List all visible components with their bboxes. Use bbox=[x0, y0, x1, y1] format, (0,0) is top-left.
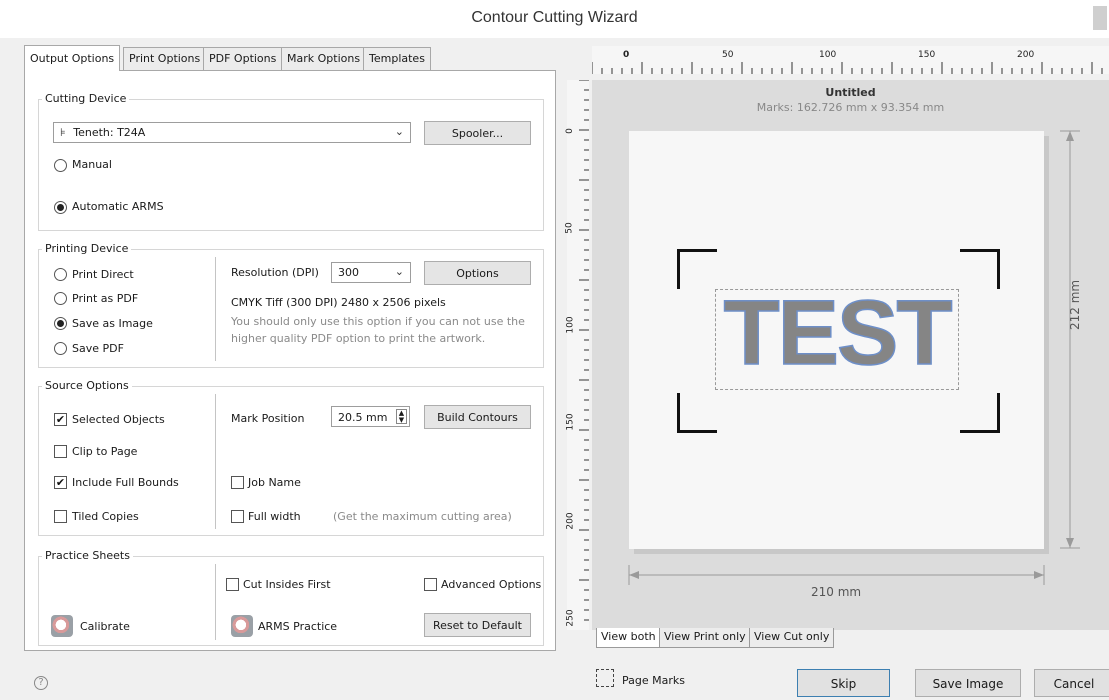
tab-templates[interactable]: Templates bbox=[363, 47, 431, 70]
resolution-label: Resolution (DPI) bbox=[231, 266, 319, 279]
print-as-pdf-label: Print as PDF bbox=[72, 292, 139, 305]
ruler-label: 150 bbox=[565, 413, 576, 431]
resolution-value: 300 bbox=[338, 266, 359, 279]
automatic-arms-label: Automatic ARMS bbox=[72, 200, 164, 213]
advanced-options-label: Advanced Options bbox=[441, 578, 542, 591]
tab-view-both[interactable]: View both bbox=[596, 628, 661, 648]
tab-view-print-only[interactable]: View Print only bbox=[659, 628, 751, 648]
height-dimension-label: 212 mm bbox=[1068, 279, 1082, 330]
manual-label: Manual bbox=[72, 158, 112, 171]
ruler-label: 100 bbox=[565, 316, 576, 334]
print-direct-radio[interactable] bbox=[54, 268, 67, 281]
save-image-button[interactable]: Save Image bbox=[915, 669, 1021, 697]
tab-view-cut-only[interactable]: View Cut only bbox=[749, 628, 835, 648]
resolution-select[interactable]: 300 ⌄ bbox=[331, 262, 411, 283]
tab-pdf-options[interactable]: PDF Options bbox=[203, 47, 283, 70]
image-option-note-line: You should only use this option if you c… bbox=[231, 315, 525, 328]
cancel-button[interactable]: Cancel bbox=[1034, 669, 1109, 697]
title-bar: Contour Cutting Wizard bbox=[0, 0, 1109, 38]
dimension-lines bbox=[628, 130, 1080, 585]
full-width-label: Full width bbox=[248, 510, 301, 523]
cut-insides-first-label: Cut Insides First bbox=[243, 578, 331, 591]
mark-position-input[interactable]: 20.5 mm ▲ ▼ bbox=[331, 406, 410, 427]
advanced-options-checkbox[interactable] bbox=[424, 578, 437, 591]
help-icon[interactable]: ? bbox=[34, 676, 48, 690]
print-as-pdf-radio[interactable] bbox=[54, 292, 67, 305]
include-full-bounds-label: Include Full Bounds bbox=[72, 476, 179, 489]
arms-practice-icon[interactable] bbox=[231, 615, 253, 637]
divider bbox=[215, 564, 216, 640]
tiled-copies-checkbox[interactable] bbox=[54, 510, 67, 523]
mark-position-value: 20.5 mm bbox=[338, 411, 388, 424]
ruler-label: 50 bbox=[722, 50, 734, 60]
clip-to-page-label: Clip to Page bbox=[72, 445, 138, 458]
tab-print-options[interactable]: Print Options bbox=[123, 47, 207, 70]
save-as-image-radio[interactable] bbox=[54, 317, 67, 330]
window-control-button[interactable] bbox=[1093, 6, 1107, 30]
ruler-label: 50 bbox=[564, 222, 575, 234]
image-option-note: You should only use this option if you c… bbox=[231, 313, 525, 347]
divider bbox=[215, 257, 216, 361]
divider bbox=[215, 394, 216, 529]
build-contours-button[interactable]: Build Contours bbox=[424, 405, 531, 429]
tiled-copies-label: Tiled Copies bbox=[72, 510, 139, 523]
print-direct-label: Print Direct bbox=[72, 268, 134, 281]
chevron-down-icon: ⌄ bbox=[394, 125, 404, 138]
full-width-note: (Get the maximum cutting area) bbox=[333, 510, 512, 523]
vertical-ruler: 0 50 100 150 200 250 bbox=[564, 80, 589, 630]
ruler-label: 0 bbox=[564, 128, 575, 134]
ruler-label: 250 bbox=[565, 609, 576, 627]
options-button[interactable]: Options bbox=[424, 261, 531, 285]
selected-objects-label: Selected Objects bbox=[72, 413, 165, 426]
output-info-text: CMYK Tiff (300 DPI) 2480 x 2506 pixels bbox=[231, 296, 446, 309]
page-marks-label: Page Marks bbox=[622, 674, 685, 687]
ruler-label: 150 bbox=[918, 50, 936, 60]
automatic-arms-radio[interactable] bbox=[54, 201, 67, 214]
cutting-device-select[interactable]: ⊧ Teneth: T24A ⌄ bbox=[53, 122, 411, 143]
window-title: Contour Cutting Wizard bbox=[471, 9, 638, 26]
printing-device-label: Printing Device bbox=[42, 242, 132, 255]
chevron-down-icon: ⌄ bbox=[394, 265, 404, 278]
document-title: Untitled bbox=[825, 86, 876, 99]
calibrate-label[interactable]: Calibrate bbox=[80, 620, 130, 633]
include-full-bounds-checkbox[interactable]: ✔ bbox=[54, 476, 67, 489]
cutting-device-value: Teneth: T24A bbox=[73, 126, 146, 139]
ruler-ticks bbox=[579, 80, 589, 621]
cutter-icon: ⊧ bbox=[60, 126, 66, 139]
practice-sheets-label: Practice Sheets bbox=[42, 549, 133, 562]
ruler-label: 200 bbox=[565, 512, 576, 530]
manual-radio[interactable] bbox=[54, 159, 67, 172]
spooler-button[interactable]: Spooler... bbox=[424, 121, 531, 145]
horizontal-ruler: 0 50 100 150 200 bbox=[592, 46, 1109, 74]
image-option-note-line: higher quality PDF option to print the a… bbox=[231, 332, 486, 345]
save-pdf-radio[interactable] bbox=[54, 342, 67, 355]
tab-mark-options[interactable]: Mark Options bbox=[281, 47, 367, 70]
job-name-checkbox[interactable] bbox=[231, 476, 244, 489]
cut-insides-first-checkbox[interactable] bbox=[226, 578, 239, 591]
reset-to-default-button[interactable]: Reset to Default bbox=[424, 613, 531, 637]
calibrate-icon[interactable] bbox=[51, 615, 73, 637]
save-as-image-label: Save as Image bbox=[72, 317, 153, 330]
marks-info: Marks: 162.726 mm x 93.354 mm bbox=[756, 101, 945, 114]
ruler-label: 100 bbox=[819, 50, 837, 60]
arms-practice-label[interactable]: ARMS Practice bbox=[258, 620, 337, 633]
skip-button[interactable]: Skip bbox=[797, 669, 890, 697]
mark-position-label: Mark Position bbox=[231, 412, 305, 425]
page-marks-icon[interactable] bbox=[596, 669, 614, 687]
ruler-label: 0 bbox=[623, 50, 630, 60]
ruler-label: 200 bbox=[1017, 50, 1035, 60]
cutting-device-label: Cutting Device bbox=[42, 92, 130, 105]
save-pdf-label: Save PDF bbox=[72, 342, 124, 355]
spinner-icon[interactable]: ▲ ▼ bbox=[396, 409, 407, 424]
source-options-label: Source Options bbox=[42, 379, 132, 392]
clip-to-page-checkbox[interactable] bbox=[54, 445, 67, 458]
tab-output-options[interactable]: Output Options bbox=[24, 45, 121, 71]
selected-objects-checkbox[interactable]: ✔ bbox=[54, 413, 67, 426]
job-name-label: Job Name bbox=[248, 476, 301, 489]
width-dimension-label: 210 mm bbox=[811, 585, 862, 599]
full-width-checkbox[interactable] bbox=[231, 510, 244, 523]
